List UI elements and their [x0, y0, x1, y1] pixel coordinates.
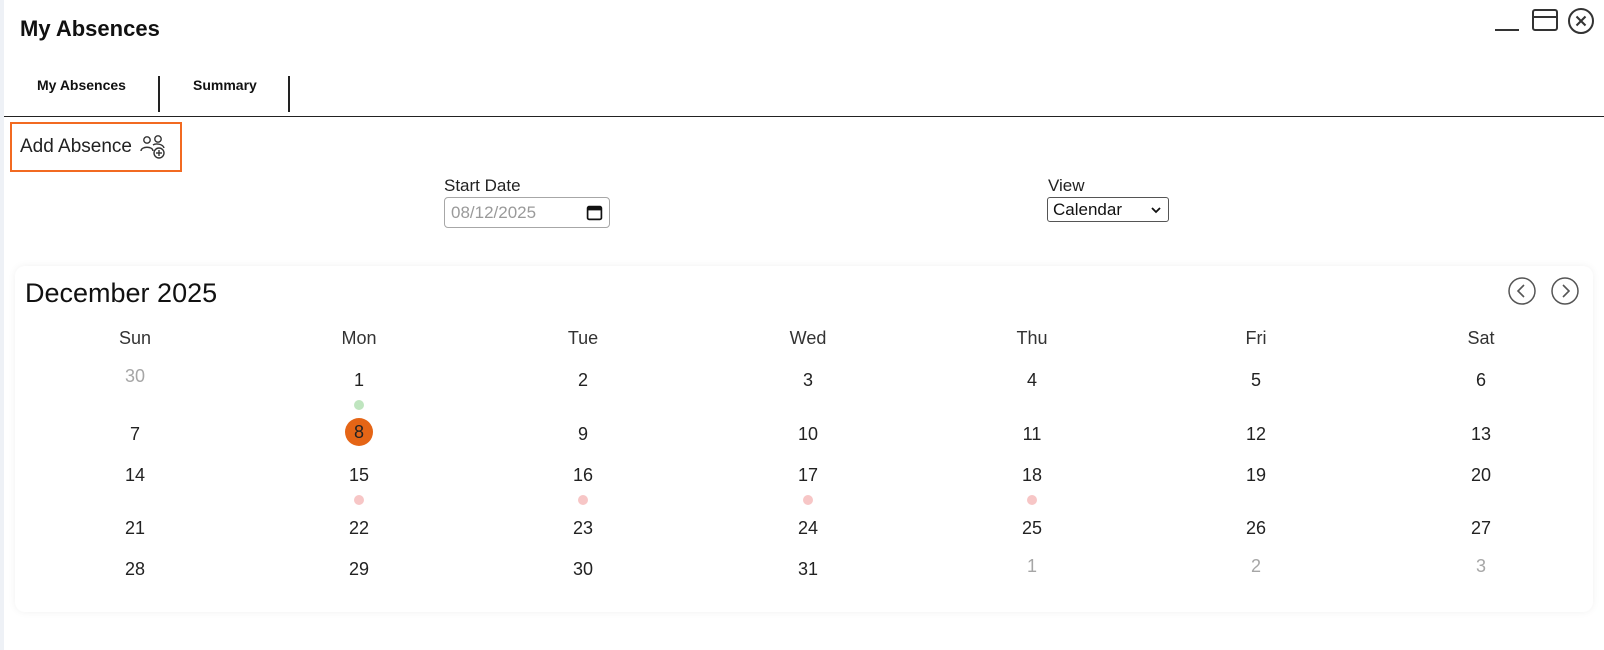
calendar-day[interactable]: 28 — [105, 559, 165, 580]
start-date-label: Start Date — [444, 176, 521, 195]
calendar-day[interactable]: 16 — [553, 465, 613, 486]
close-button[interactable] — [1566, 6, 1596, 36]
view-label: View — [1048, 176, 1085, 195]
calendar-day[interactable]: 11 — [1002, 424, 1062, 445]
calendar-day[interactable]: 22 — [329, 518, 389, 539]
pending-absence-dot — [803, 495, 813, 505]
calendar-day[interactable]: 12 — [1226, 424, 1286, 445]
calendar-day-today[interactable]: 8 — [345, 418, 373, 446]
calendar-day[interactable]: 24 — [778, 518, 838, 539]
calendar-day[interactable]: 21 — [105, 518, 165, 539]
start-date-value: 08/12/2025 — [451, 202, 537, 222]
window-title: My Absences — [20, 16, 160, 41]
view-select[interactable]: Calendar — [1047, 197, 1169, 222]
calendar-day[interactable]: 4 — [1002, 370, 1062, 391]
weekday-sat: Sat — [1467, 328, 1495, 348]
calendar-day[interactable]: 19 — [1226, 465, 1286, 486]
calendar-day[interactable]: 30 — [553, 559, 613, 580]
add-absence-label: Add Absence — [20, 136, 132, 157]
calendar-day[interactable]: 3 — [1451, 556, 1511, 577]
month-title: December 2025 — [25, 278, 218, 308]
calendar-day[interactable]: 27 — [1451, 518, 1511, 539]
calendar-day[interactable]: 13 — [1451, 424, 1511, 445]
view-select-value: Calendar — [1053, 199, 1122, 219]
chevron-right-icon — [1551, 277, 1579, 305]
calendar-day[interactable]: 2 — [553, 370, 613, 391]
calendar-icon[interactable] — [586, 204, 603, 221]
weekday-thu: Thu — [1016, 328, 1048, 348]
start-date-input[interactable]: 08/12/2025 — [444, 197, 610, 228]
next-month-button[interactable] — [1550, 276, 1580, 306]
approved-absence-dot — [354, 400, 364, 410]
calendar-day[interactable]: 20 — [1451, 465, 1511, 486]
weekday-wed: Wed — [789, 328, 827, 348]
users-add-icon — [140, 135, 165, 159]
tab-summary[interactable]: Summary — [193, 76, 257, 110]
add-absence-button[interactable]: Add Absence — [10, 122, 182, 172]
tab-divider — [158, 76, 160, 112]
calendar-day[interactable]: 9 — [553, 424, 613, 445]
calendar-day[interactable]: 25 — [1002, 518, 1062, 539]
pending-absence-dot — [1027, 495, 1037, 505]
weekday-tue: Tue — [567, 328, 599, 348]
tab-my-absences[interactable]: My Absences — [37, 76, 126, 110]
calendar-day[interactable]: 14 — [105, 465, 165, 486]
calendar-card: December 2025 Sun Mon Tue Wed Thu Fri Sa… — [15, 266, 1593, 612]
calendar-day[interactable]: 1 — [329, 370, 389, 391]
weekday-fri: Fri — [1245, 328, 1267, 348]
calendar-day[interactable]: 29 — [329, 559, 389, 580]
prev-month-button[interactable] — [1507, 276, 1537, 306]
calendar-day[interactable]: 26 — [1226, 518, 1286, 539]
calendar-day[interactable]: 18 — [1002, 465, 1062, 486]
calendar-day[interactable]: 31 — [778, 559, 838, 580]
chevron-left-icon — [1508, 277, 1536, 305]
chevron-down-icon — [1151, 206, 1161, 213]
pending-absence-dot — [354, 495, 364, 505]
calendar-day[interactable]: 6 — [1451, 370, 1511, 391]
calendar-day[interactable]: 10 — [778, 424, 838, 445]
calendar-day[interactable]: 30 — [105, 366, 165, 387]
minimize-icon — [1495, 29, 1519, 31]
calendar-day[interactable]: 1 — [1002, 556, 1062, 577]
weekday-sun: Sun — [118, 328, 152, 348]
calendar-day[interactable]: 2 — [1226, 556, 1286, 577]
tab-divider — [288, 76, 290, 112]
maximize-button[interactable] — [1530, 6, 1560, 36]
close-icon — [1568, 8, 1594, 34]
maximize-icon — [1532, 9, 1558, 31]
calendar-day[interactable]: 5 — [1226, 370, 1286, 391]
calendar-day[interactable]: 23 — [553, 518, 613, 539]
calendar-day[interactable]: 7 — [105, 424, 165, 445]
weekday-mon: Mon — [341, 328, 377, 348]
absences-window: My Absences My Absences Summary Add Abse… — [4, 0, 1604, 650]
minimize-button[interactable] — [1492, 6, 1522, 36]
calendar-day[interactable]: 15 — [329, 465, 389, 486]
calendar-day[interactable]: 3 — [778, 370, 838, 391]
pending-absence-dot — [578, 495, 588, 505]
calendar-day[interactable]: 17 — [778, 465, 838, 486]
tab-bar: My Absences Summary — [4, 76, 1604, 117]
